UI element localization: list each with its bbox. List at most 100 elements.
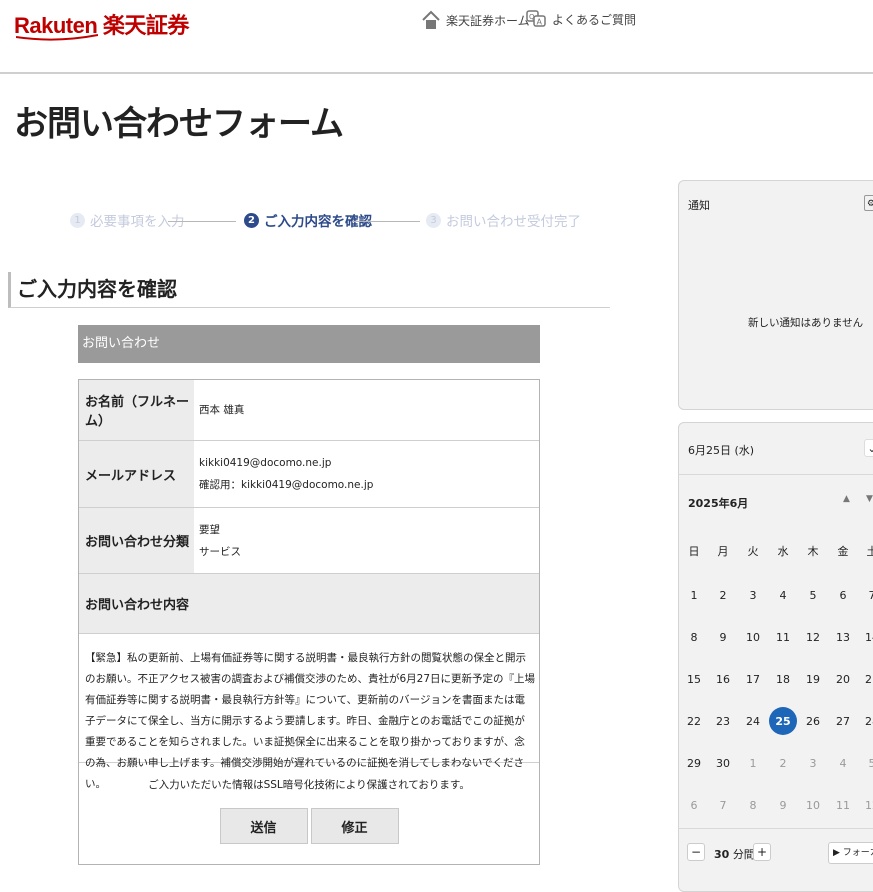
notification-title: 通知 [688, 199, 710, 212]
step-1-label: 必要事項を入力 [90, 214, 185, 230]
weekday-label: 火 [747, 545, 759, 558]
calendar-day[interactable]: 4 [830, 750, 856, 776]
calendar-panel [678, 422, 873, 892]
submit-button[interactable]: 送信 [219, 808, 308, 844]
calendar-day[interactable]: 18 [770, 666, 796, 692]
email-row: メールアドレス kikki0419@docomo.ne.jp 確認用：kikki… [79, 441, 539, 508]
calendar-day[interactable]: 24 [740, 708, 766, 734]
calendar-day[interactable]: 29 [681, 750, 707, 776]
step-2-label: ご入力内容を確認 [264, 214, 372, 230]
calendar-day[interactable]: 7 [710, 792, 736, 818]
weekday-label: 土 [866, 545, 873, 558]
calendar-day[interactable]: 26 [800, 708, 826, 734]
category-row: お問い合わせ分類 要望 サービス [79, 508, 539, 574]
calendar-day[interactable]: 4 [770, 582, 796, 608]
calendar-day[interactable]: 28 [859, 708, 873, 734]
calendar-day[interactable]: 17 [740, 666, 766, 692]
weekday-label: 月 [717, 545, 729, 558]
step-connector [352, 221, 420, 222]
calendar-day[interactable]: 3 [740, 582, 766, 608]
category-type: 要望 [199, 523, 220, 536]
weekday-label: 金 [837, 545, 849, 558]
weekday-label: 水 [777, 545, 789, 558]
calendar-day[interactable]: 9 [710, 624, 736, 650]
focus-minutes-unit: 分間 [732, 848, 755, 861]
page-title: お問い合わせフォーム [14, 104, 344, 144]
calendar-day[interactable]: 11 [830, 792, 856, 818]
svg-text:A: A [537, 18, 543, 27]
email-confirm-text: 確認用：kikki0419@docomo.ne.jp [199, 479, 374, 491]
calendar-day[interactable]: 15 [681, 666, 707, 692]
calendar-divider [678, 474, 873, 475]
calendar-day[interactable]: 23 [710, 708, 736, 734]
rakuten-logo[interactable]: Rakuten 楽天証券 [14, 8, 189, 41]
name-row: お名前（フルネーム） 西本 雄真 [79, 380, 539, 441]
name-label: お名前（フルネーム） [79, 380, 194, 440]
decrease-minutes-button[interactable]: − [687, 843, 705, 861]
email-value: kikki0419@docomo.ne.jp 確認用：kikki0419@doc… [194, 441, 373, 507]
home-icon [422, 10, 440, 29]
calendar-day[interactable]: 21 [859, 666, 873, 692]
calendar-day[interactable]: 2 [770, 750, 796, 776]
weekday-label: 日 [688, 545, 700, 558]
calendar-day[interactable]: 3 [800, 750, 826, 776]
calendar-day[interactable]: 1 [740, 750, 766, 776]
calendar-day[interactable]: 30 [710, 750, 736, 776]
notification-panel [678, 180, 873, 410]
form-group-title: お問い合わせ [78, 325, 540, 363]
step-connector [168, 221, 236, 222]
section-title: ご入力内容を確認 [8, 272, 610, 308]
calendar-day[interactable]: 6 [830, 582, 856, 608]
calendar-day[interactable]: 5 [800, 582, 826, 608]
calendar-day[interactable]: 22 [681, 708, 707, 734]
nav-faq-label: よくあるご質問 [552, 12, 637, 27]
calendar-day[interactable]: 5 [859, 750, 873, 776]
calendar-day[interactable]: 12 [800, 624, 826, 650]
calendar-day[interactable]: 10 [800, 792, 826, 818]
content-text: 【緊急】私の更新前、上場有価証券等に関する説明書・最良執行方針の閲覧状態の保全と… [79, 634, 539, 790]
calendar-month-label: 2025年6月 [688, 497, 749, 510]
calendar-day[interactable]: 16 [710, 666, 736, 692]
calendar-day[interactable]: 20 [830, 666, 856, 692]
focus-duration: 30 分間 [714, 846, 755, 862]
ssl-note: ご入力いただいた情報はSSL暗号化技術により保護されております。 [148, 779, 470, 791]
notification-settings-icon[interactable]: ⚙ [864, 195, 873, 211]
email-label: メールアドレス [79, 441, 194, 507]
calendar-day[interactable]: 8 [740, 792, 766, 818]
nav-home-link[interactable]: 楽天証券ホーム [422, 10, 530, 30]
category-label: お問い合わせ分類 [79, 508, 194, 573]
next-month-icon[interactable]: ▼ [866, 494, 873, 504]
step-2: 2 ご入力内容を確認 [244, 210, 372, 230]
nav-faq-link[interactable]: A Q よくあるご質問 [526, 10, 636, 28]
calendar-footer-divider [678, 828, 873, 829]
logo-swoosh-icon [16, 34, 98, 41]
calendar-day[interactable]: 11 [770, 624, 796, 650]
edit-button[interactable]: 修正 [310, 808, 399, 844]
step-3: 3 お問い合わせ受付完了 [426, 210, 581, 230]
name-value: 西本 雄真 [194, 380, 244, 440]
email-text: kikki0419@docomo.ne.jp [199, 457, 332, 469]
calendar-day[interactable]: 13 [830, 624, 856, 650]
notification-empty-text: 新しい通知はありません [748, 317, 864, 329]
calendar-day[interactable]: 19 [800, 666, 826, 692]
step-1: 1 必要事項を入力 [70, 210, 185, 230]
calendar-day[interactable]: 14 [859, 624, 873, 650]
calendar-day-selected[interactable]: 25 [769, 707, 797, 735]
nav-home-label: 楽天証券ホーム [446, 13, 530, 28]
calendar-day[interactable]: 8 [681, 624, 707, 650]
chevron-down-icon[interactable]: ⌄ [864, 439, 873, 457]
calendar-day[interactable]: 27 [830, 708, 856, 734]
previous-month-icon[interactable]: ▲ [843, 494, 850, 504]
calendar-day[interactable]: 7 [859, 582, 873, 608]
focus-button[interactable]: ▶ フォーカス [828, 842, 873, 864]
step-1-number: 1 [70, 212, 85, 228]
calendar-day[interactable]: 1 [681, 582, 707, 608]
increase-minutes-button[interactable]: + [753, 843, 771, 861]
weekday-label: 木 [807, 545, 819, 558]
step-2-number: 2 [244, 212, 259, 228]
calendar-day[interactable]: 10 [740, 624, 766, 650]
calendar-day[interactable]: 9 [770, 792, 796, 818]
calendar-day[interactable]: 12 [859, 792, 873, 818]
calendar-day[interactable]: 2 [710, 582, 736, 608]
calendar-day[interactable]: 6 [681, 792, 707, 818]
